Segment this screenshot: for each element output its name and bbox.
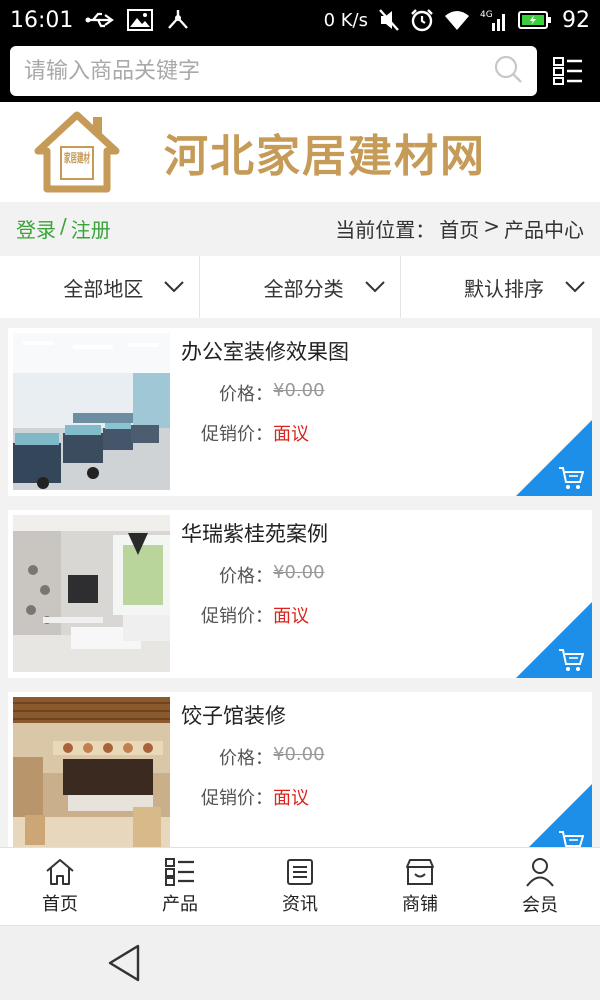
price-row: 价格： ¥0.00 [181, 744, 592, 770]
system-nav-bar [0, 925, 600, 1000]
status-bar: 16:01 0 K/s 4G 92 [0, 0, 600, 40]
usb-icon [85, 10, 115, 30]
breadcrumb: 当前位置： 首页 > 产品中心 [335, 214, 584, 243]
image-icon [127, 9, 154, 31]
breadcrumb-home[interactable]: 首页 [439, 214, 479, 243]
category-menu-button[interactable] [553, 56, 583, 86]
filter-region-label: 全部地区 [63, 276, 144, 301]
chevron-down-icon [565, 281, 585, 293]
mute-icon [378, 8, 400, 32]
cart-icon [559, 649, 584, 671]
battery-level: 92 [562, 7, 590, 33]
share-icon [165, 8, 191, 32]
product-name[interactable]: 办公室装修效果图 [181, 336, 592, 366]
register-link[interactable]: 注册 [71, 214, 111, 243]
back-icon[interactable] [106, 944, 142, 982]
promo-value: 面议 [273, 606, 309, 627]
status-time: 16:01 [10, 7, 74, 33]
product-image-restaurant[interactable] [13, 697, 170, 847]
tab-shop-label: 商铺 [402, 893, 438, 915]
product-name[interactable]: 华瑞紫桂苑案例 [181, 518, 592, 548]
promo-value: 面议 [273, 788, 309, 809]
tab-shop[interactable]: 商铺 [360, 848, 480, 925]
promo-label: 促销价： [201, 424, 273, 445]
news-icon [287, 858, 313, 885]
search-header [0, 40, 600, 102]
add-to-cart-button[interactable] [516, 602, 592, 678]
promo-label: 促销价： [201, 606, 273, 627]
chevron-down-icon [164, 281, 185, 293]
cell-signal-icon: 4G [480, 8, 508, 32]
breadcrumb-current: 产品中心 [504, 217, 584, 242]
alarm-icon [410, 8, 434, 32]
filter-sort[interactable]: 默认排序 [401, 256, 600, 318]
net-speed: 0 K/s [323, 9, 368, 31]
search-input[interactable] [24, 58, 493, 84]
wifi-icon [444, 9, 470, 31]
product-card[interactable]: 饺子馆装修 价格： ¥0.00 促销价： 面议 [8, 692, 592, 847]
product-list: 办公室装修效果图 价格： ¥0.00 促销价： 面议 华瑞紫桂苑案例 价格： ¥… [0, 322, 600, 847]
search-box [10, 46, 537, 96]
product-card[interactable]: 办公室装修效果图 价格： ¥0.00 促销价： 面议 [8, 328, 592, 496]
bottom-tab-bar: 首页 产品 资讯 商铺 会员 [0, 847, 600, 925]
cart-icon [559, 467, 584, 489]
tab-member-label: 会员 [522, 894, 558, 916]
signal-label: 4G [480, 10, 493, 20]
price-label: 价格： [219, 748, 273, 769]
price-value: ¥0.00 [273, 744, 325, 765]
price-label: 价格： [219, 566, 273, 587]
price-value: ¥0.00 [273, 562, 325, 583]
auth-links: 登录 / 注册 [16, 214, 111, 243]
shop-icon [406, 858, 434, 885]
search-icon[interactable] [493, 54, 523, 88]
promo-value: 面议 [273, 424, 309, 445]
product-card[interactable]: 华瑞紫桂苑案例 价格： ¥0.00 促销价： 面议 [8, 510, 592, 678]
location-label: 当前位置： [335, 217, 436, 242]
product-image-living-room[interactable] [13, 515, 170, 672]
product-image-office[interactable] [13, 333, 170, 490]
house-logo-icon[interactable]: 家居建材 [34, 111, 120, 193]
promo-label: 促销价： [201, 788, 273, 809]
product-name[interactable]: 饺子馆装修 [181, 700, 592, 730]
add-to-cart-button[interactable] [516, 784, 592, 847]
user-icon [526, 857, 554, 887]
cart-icon [559, 831, 584, 847]
filter-bar: 全部地区 全部分类 默认排序 [0, 256, 600, 318]
tab-home[interactable]: 首页 [0, 848, 120, 925]
filter-region[interactable]: 全部地区 [0, 256, 201, 318]
login-link[interactable]: 登录 [16, 214, 56, 243]
tab-member[interactable]: 会员 [480, 848, 600, 925]
price-label: 价格： [219, 384, 273, 405]
auth-separator: / [60, 213, 67, 238]
price-value: ¥0.00 [273, 380, 325, 401]
home-icon [46, 858, 74, 885]
filter-sort-label: 默认排序 [463, 276, 544, 301]
info-bar: 登录 / 注册 当前位置： 首页 > 产品中心 [0, 202, 600, 254]
list-icon [165, 857, 194, 886]
breadcrumb-separator: > [483, 213, 500, 238]
menu-grid-icon [553, 57, 582, 85]
tab-products-label: 产品 [162, 893, 198, 915]
battery-icon [518, 10, 552, 30]
chevron-down-icon [364, 281, 385, 293]
price-row: 价格： ¥0.00 [181, 380, 592, 406]
logo-banner: 家居建材 河北家居建材网 [0, 102, 600, 202]
filter-category-label: 全部分类 [263, 276, 344, 301]
logo-text: 家居建材 [64, 150, 90, 165]
price-row: 价格： ¥0.00 [181, 562, 592, 588]
site-title: 河北家居建材网 [164, 131, 486, 182]
tab-news[interactable]: 资讯 [240, 848, 360, 925]
filter-category[interactable]: 全部分类 [200, 256, 401, 318]
tab-home-label: 首页 [42, 893, 78, 915]
tab-news-label: 资讯 [282, 893, 318, 915]
add-to-cart-button[interactable] [516, 420, 592, 496]
tab-products[interactable]: 产品 [120, 848, 240, 925]
